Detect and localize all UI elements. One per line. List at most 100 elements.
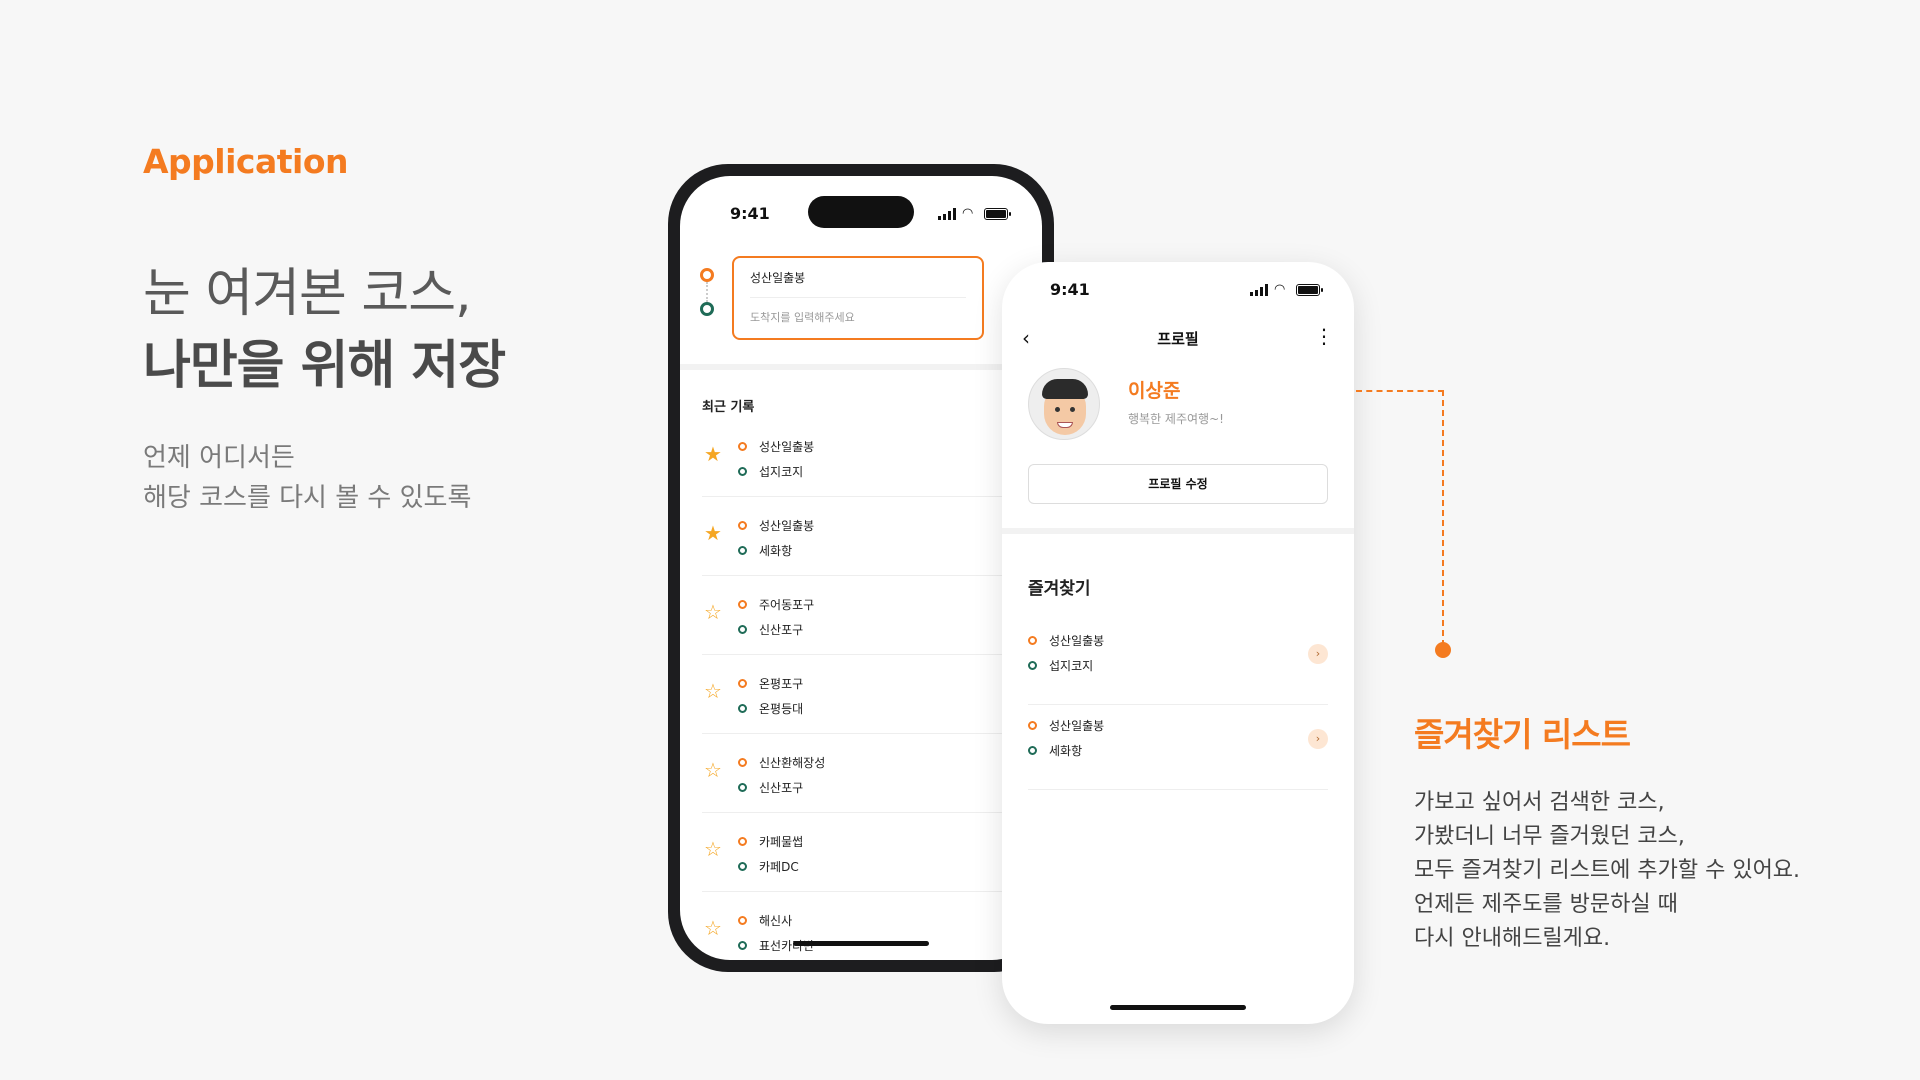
route-origin-label: 해신사 — [759, 914, 793, 928]
wifi-icon: ◠ — [962, 206, 974, 221]
home-indicator — [1110, 1005, 1246, 1010]
user-bio: 행복한 제주여행~! — [1128, 412, 1224, 426]
route-destination-label: 카페DC — [759, 860, 799, 874]
route-pair: 성산일출봉세화항 — [738, 513, 814, 563]
recent-item[interactable]: ★ 성산일출봉 섭지코지 — [702, 418, 1042, 497]
route-origin-dot-icon — [738, 758, 747, 767]
route-search: 성산일출봉 도착지를 입력해주세요 ⇅ — [680, 256, 1042, 372]
route-origin-dot-icon — [738, 442, 747, 451]
route-pair: 온평포구온평등대 — [738, 671, 803, 721]
route-pair: 성산일출봉 섭지코지 — [738, 434, 814, 484]
route-destination-dot-icon — [1028, 746, 1037, 755]
more-vertical-icon[interactable]: ⋮ — [1314, 324, 1334, 348]
recent-list: ★ 성산일출봉 섭지코지 ★ 성산일출봉 세화항 ☆ 주어동포구 신산포구 ☆ 온평포구 온평등대 ☆ 신… — [702, 418, 1042, 960]
route-origin-dot-icon — [738, 521, 747, 530]
route-pair: 해신사 표선카라반 — [738, 908, 814, 958]
phone-search-screen: 9:41 ◠ 성산일출봉 도착지를 입력해주세요 ⇅ 최근 기록 ★성산일출봉섭… — [668, 164, 1054, 972]
headline-line1: 눈 여겨본 코스, — [143, 264, 472, 324]
destination-input[interactable]: 도착지를 입력해주세요 — [750, 298, 966, 338]
route-destination-label: 섭지코지 — [759, 465, 804, 479]
star-filled-icon[interactable]: ★ — [704, 442, 722, 466]
section-divider — [680, 364, 1042, 370]
route-destination-label: 온평등대 — [759, 702, 804, 716]
recent-item[interactable]: ☆ 카페물썹카페DC — [702, 813, 1042, 892]
subcopy: 언제 어디서든 해당 코스를 다시 볼 수 있도록 — [143, 438, 471, 518]
route-destination-dot-icon — [738, 783, 747, 792]
wifi-icon: ◠ — [1274, 282, 1286, 297]
route-destination-label: 신산포구 — [759, 781, 804, 795]
star-filled-icon[interactable]: ★ — [704, 521, 722, 545]
chevron-right-icon[interactable]: › — [1308, 644, 1328, 664]
edit-profile-button[interactable]: 프로필 수정 — [1028, 464, 1328, 504]
description-line: 언제든 제주도를 방문하실 때 — [1414, 892, 1678, 917]
phone-search-display: 9:41 ◠ 성산일출봉 도착지를 입력해주세요 ⇅ 최근 기록 ★성산일출봉섭… — [680, 176, 1042, 960]
recent-item[interactable]: ☆ 온평포구온평등대 — [702, 655, 1042, 734]
route-destination-label: 신산포구 — [759, 623, 804, 637]
subcopy-line2: 해당 코스를 다시 볼 수 있도록 — [143, 483, 472, 513]
route-pair: 주어동포구신산포구 — [738, 592, 814, 642]
route-destination-dot-icon — [738, 862, 747, 871]
route-origin-label: 카페물썹 — [759, 835, 804, 849]
description-line: 다시 안내해드릴게요. — [1414, 926, 1611, 951]
profile-header: ‹ 프로필 ⋮ — [1002, 314, 1354, 364]
status-icons: ◠ — [1250, 282, 1323, 297]
status-time: 9:41 — [1050, 280, 1090, 299]
headline-line2: 나만을 위해 저장 — [143, 336, 506, 396]
route-destination-label: 섭지코지 — [1049, 659, 1094, 673]
route-origin-label: 온평포구 — [759, 677, 804, 691]
route-destination-label: 세화항 — [759, 544, 793, 558]
battery-icon — [1296, 284, 1323, 296]
favorite-item[interactable]: 성산일출봉 세화항 › — [1028, 705, 1328, 790]
origin-input[interactable]: 성산일출봉 — [750, 258, 966, 298]
route-search-box: 성산일출봉 도착지를 입력해주세요 — [732, 256, 984, 340]
headline: 눈 여겨본 코스, 나만을 위해 저장 — [143, 258, 506, 402]
favorites-title: 즐겨찾기 — [1028, 579, 1091, 599]
recent-title: 최근 기록 — [702, 400, 755, 415]
home-indicator — [793, 941, 929, 946]
origin-dot-icon — [700, 268, 714, 282]
route-destination-dot-icon — [738, 625, 747, 634]
route-destination-dot-icon — [1028, 661, 1037, 670]
star-outline-icon[interactable]: ☆ — [704, 758, 722, 782]
star-outline-icon[interactable]: ☆ — [704, 916, 722, 940]
route-origin-label: 신산환해장성 — [759, 756, 826, 770]
star-outline-icon[interactable]: ☆ — [704, 679, 722, 703]
section-divider — [1002, 528, 1354, 534]
recent-item[interactable]: ☆ 신산환해장성신산포구 — [702, 734, 1042, 813]
phone-profile-screen: 9:41 ◠ ‹ 프로필 ⋮ 이상준 행복한 제주여행~! 프로필 수정 즐겨찾… — [1002, 262, 1354, 1024]
route-destination-dot-icon — [738, 941, 747, 950]
status-icons: ◠ — [938, 206, 1011, 221]
route-indicator — [700, 268, 716, 324]
chevron-right-icon[interactable]: › — [1308, 729, 1328, 749]
route-pair: 카페물썹카페DC — [738, 829, 803, 879]
recent-item[interactable]: ★ 성산일출봉세화항 — [702, 497, 1042, 576]
recent-item[interactable]: ☆ 주어동포구신산포구 — [702, 576, 1042, 655]
status-bar: 9:41 ◠ — [680, 204, 1042, 228]
favorites-feature-description: 가보고 싶어서 검색한 코스, 가봤더니 너무 즐거웠던 코스, 모두 즐겨찾기 리… — [1414, 786, 1800, 956]
status-bar: 9:41 ◠ — [1002, 280, 1354, 304]
user-name: 이상준 — [1128, 380, 1181, 402]
route-destination-dot-icon — [738, 704, 747, 713]
star-outline-icon[interactable]: ☆ — [704, 600, 722, 624]
route-origin-dot-icon — [738, 916, 747, 925]
signal-icon — [1250, 284, 1268, 296]
route-pair: 성산일출봉 세화항 — [1028, 713, 1104, 763]
battery-icon — [984, 208, 1011, 220]
route-origin-dot-icon — [1028, 721, 1037, 730]
description-line: 가봤더니 너무 즐거웠던 코스, — [1414, 824, 1685, 849]
route-origin-label: 성산일출봉 — [759, 519, 815, 533]
favorites-list: 성산일출봉 섭지코지 › 성산일출봉 세화항 › — [1028, 620, 1328, 790]
route-origin-label: 주어동포구 — [759, 598, 815, 612]
status-time: 9:41 — [730, 204, 770, 223]
destination-dot-icon — [700, 302, 714, 316]
route-origin-dot-icon — [738, 679, 747, 688]
recent-item[interactable]: ☆ 해신사 표선카라반 — [702, 892, 1042, 960]
star-outline-icon[interactable]: ☆ — [704, 837, 722, 861]
callout-dot — [1435, 642, 1451, 658]
callout-line — [1356, 390, 1444, 392]
favorite-item[interactable]: 성산일출봉 섭지코지 › — [1028, 620, 1328, 705]
profile-header-title: 프로필 — [1157, 330, 1199, 348]
subcopy-line1: 언제 어디서든 — [143, 443, 295, 473]
route-destination-dot-icon — [738, 467, 747, 476]
favorites-feature-title: 즐겨찾기 리스트 — [1414, 715, 1631, 754]
